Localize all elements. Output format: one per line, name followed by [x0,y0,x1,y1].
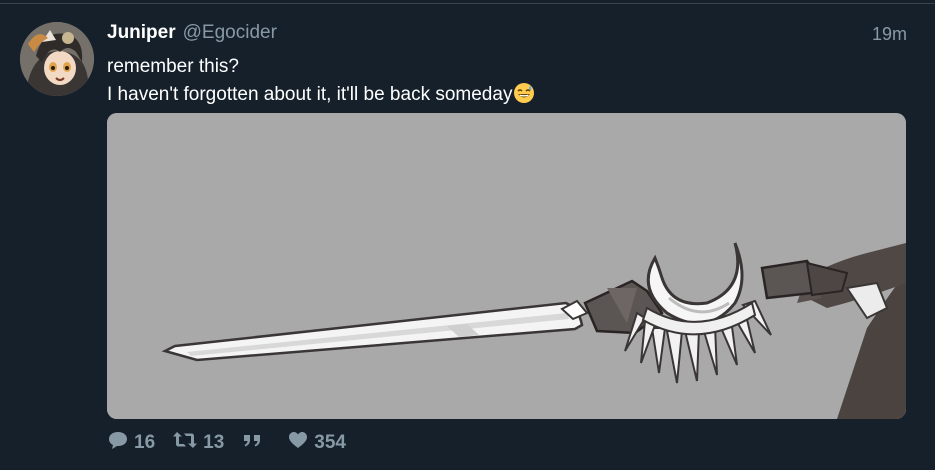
divider [0,3,935,4]
like-icon [287,430,314,456]
retweet-icon [172,430,203,456]
quote-icon [241,430,270,456]
tweet-text-line-2: I haven't forgotten about it, it'll be b… [107,84,513,105]
tweet-text-line: remember this? [107,56,239,77]
retweet-button[interactable]: 13 [172,430,224,456]
retweet-count: 13 [203,432,225,453]
tweet-text: remember this? I haven't forgotten about… [107,53,535,113]
tweet-text-line: I haven't forgotten about it, it'll be b… [107,81,535,113]
author-handle[interactable]: @Egocider [183,22,277,44]
reply-icon [107,430,134,456]
quote-button[interactable] [241,430,270,456]
media-image[interactable] [107,113,906,419]
reply-button[interactable]: 16 [107,430,155,456]
like-count: 354 [314,432,346,453]
reply-count: 16 [134,432,156,453]
timestamp[interactable]: 19m [872,24,907,45]
author-name[interactable]: Juniper [107,22,176,44]
tweet-header: Juniper @Egocider [107,22,277,48]
avatar[interactable] [20,22,94,96]
tweet-actions: 16 13 354 [107,431,363,455]
grinning-face-with-sweat-icon [513,82,535,113]
like-button[interactable]: 354 [287,430,346,456]
